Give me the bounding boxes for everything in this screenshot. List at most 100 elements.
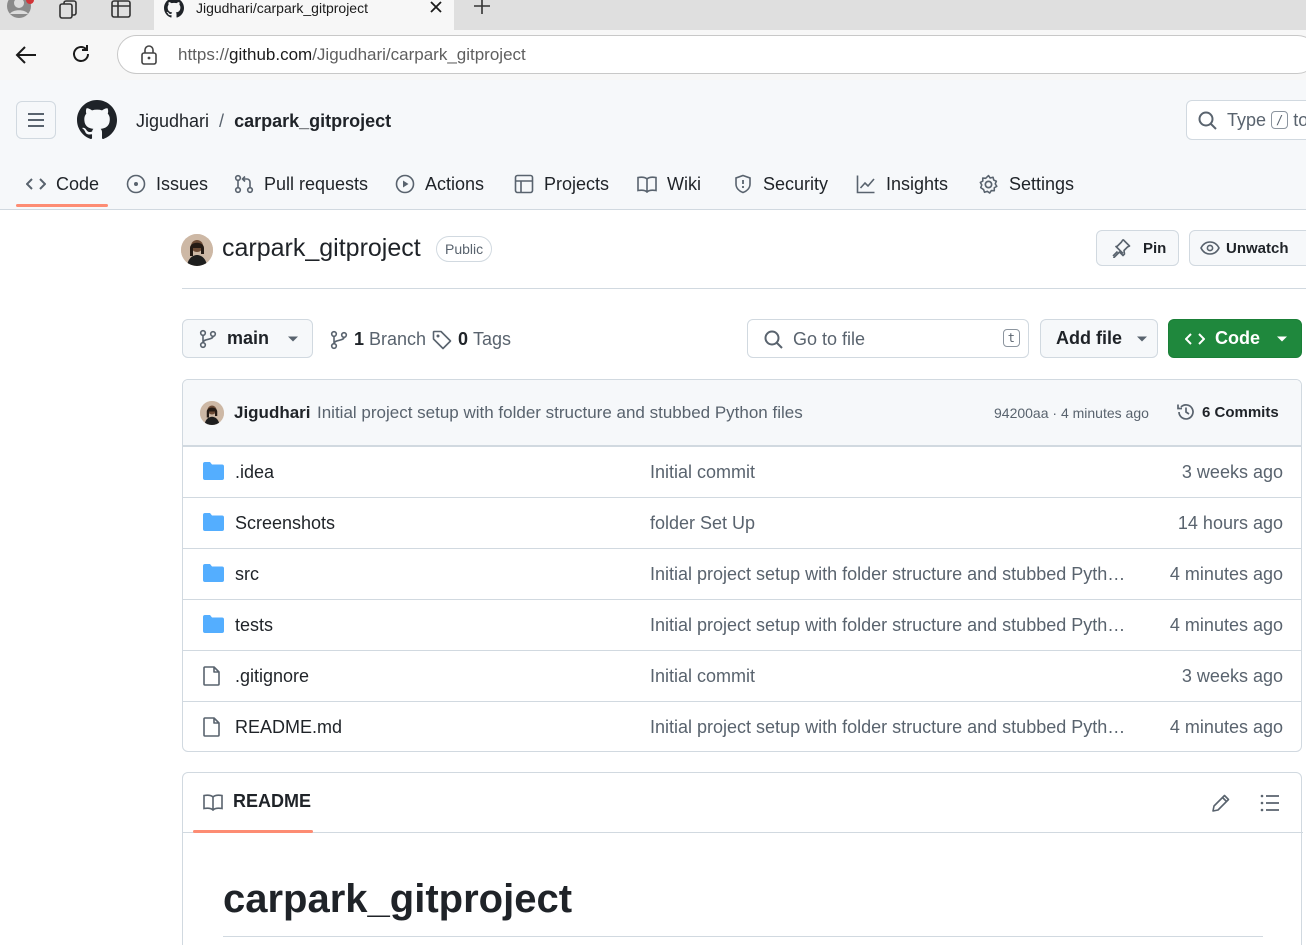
tags-link[interactable]: 0 Tags xyxy=(432,329,511,350)
readme-panel: README carpark_gitproject xyxy=(182,772,1303,945)
file-commit-age: 14 hours ago xyxy=(1177,513,1283,533)
folder-icon xyxy=(203,564,224,582)
tab-security[interactable]: Security xyxy=(733,160,828,208)
go-to-file-input[interactable]: Go to file t xyxy=(747,319,1029,358)
pin-icon xyxy=(1112,238,1131,258)
commits-history-link[interactable]: 6 Commits xyxy=(1176,402,1279,422)
history-icon xyxy=(1177,404,1194,420)
tab-issues-label: Issues xyxy=(156,173,209,194)
eye-icon xyxy=(1200,241,1220,255)
tab-pull-requests[interactable]: Pull requests xyxy=(234,160,368,208)
breadcrumb-repo-link[interactable]: carpark_gitproject xyxy=(234,111,391,131)
folder-icon xyxy=(203,615,224,633)
url-input[interactable]: https://github.com/Jigudhari/carpark_git… xyxy=(117,35,1306,74)
go-to-file-shortcut-key: t xyxy=(1002,329,1020,347)
commit-author-avatar[interactable] xyxy=(200,401,224,425)
tab-insights-label: Insights xyxy=(886,173,949,194)
go-to-file-placeholder: Go to file xyxy=(793,329,866,349)
file-row[interactable]: src Initial project setup with folder st… xyxy=(183,548,1301,599)
breadcrumb-owner-link[interactable]: Jigudhari xyxy=(136,111,209,131)
file-row[interactable]: .gitignore Initial commit 3 weeks ago xyxy=(183,650,1301,701)
tag-icon xyxy=(432,330,452,349)
tab-settings-label: Settings xyxy=(1009,173,1075,194)
branch-select-button[interactable]: main xyxy=(182,319,313,358)
selected-tab-underline xyxy=(16,204,108,207)
refresh-icon[interactable] xyxy=(70,43,92,65)
file-name-link[interactable]: src xyxy=(235,564,259,585)
profile-icon[interactable] xyxy=(6,0,34,18)
file-commit-message[interactable]: Initial project setup with folder struct… xyxy=(650,717,1128,738)
file-row[interactable]: tests Initial project setup with folder … xyxy=(183,599,1301,650)
file-table: Jigudhari Initial project setup with fol… xyxy=(182,379,1302,752)
active-browser-tab[interactable]: Jigudhari/carpark_gitproject xyxy=(154,0,454,30)
tab-code[interactable]: Code xyxy=(26,160,99,208)
edit-pencil-icon[interactable] xyxy=(1211,793,1231,813)
code-icon xyxy=(1185,332,1205,345)
title-divider xyxy=(182,288,1306,289)
commit-count-label: 6 Commits xyxy=(1202,403,1279,421)
tab-insights[interactable]: Insights xyxy=(856,160,948,208)
file-icon xyxy=(203,717,221,737)
lock-icon[interactable] xyxy=(140,45,158,65)
github-favicon-icon xyxy=(164,0,184,18)
search-input[interactable]: Type / to xyxy=(1186,100,1306,140)
search-placeholder: Type / to xyxy=(1227,110,1306,130)
repo-title[interactable]: carpark_gitproject xyxy=(222,234,421,263)
file-name-link[interactable]: README.md xyxy=(235,717,342,738)
outline-list-icon[interactable] xyxy=(1260,794,1280,812)
file-row[interactable]: README.md Initial project setup with fol… xyxy=(183,701,1301,751)
code-button-label: Code xyxy=(1215,328,1260,348)
code-dropdown-button[interactable]: Code xyxy=(1168,319,1302,358)
file-name-link[interactable]: .gitignore xyxy=(235,666,309,687)
visibility-badge: Public xyxy=(436,236,493,262)
file-icon xyxy=(203,666,221,686)
file-commit-age: 3 weeks ago xyxy=(1181,462,1283,482)
pull-request-icon xyxy=(234,174,254,194)
file-row[interactable]: .idea Initial commit 3 weeks ago xyxy=(183,446,1301,497)
tab-issues[interactable]: Issues xyxy=(126,160,208,208)
branch-label: Branch xyxy=(369,329,427,349)
file-commit-message[interactable]: Initial project setup with folder struct… xyxy=(650,615,1128,636)
breadcrumb-separator: / xyxy=(219,111,225,131)
file-commit-age: 4 minutes ago xyxy=(1169,615,1283,635)
file-row[interactable]: Screenshots folder Set Up 14 hours ago xyxy=(183,497,1301,548)
url-text: https://github.com/Jigudhari/carpark_git… xyxy=(178,45,526,64)
file-commit-message[interactable]: Initial commit xyxy=(650,666,755,687)
tab-projects[interactable]: Projects xyxy=(514,160,609,208)
unwatch-button[interactable]: Unwatch xyxy=(1189,230,1306,266)
workspaces-icon[interactable] xyxy=(58,0,80,22)
tab-wiki[interactable]: Wiki xyxy=(637,160,701,208)
readme-tab[interactable]: README xyxy=(203,791,311,812)
commit-hash-time[interactable]: 94200aa · 4 minutes ago xyxy=(994,405,1149,421)
browser-address-bar: https://github.com/Jigudhari/carpark_git… xyxy=(0,30,1306,80)
commit-author-link[interactable]: Jigudhari xyxy=(234,403,311,423)
tab-settings[interactable]: Settings xyxy=(978,160,1074,208)
branches-link[interactable]: 1 Branch xyxy=(330,329,426,350)
file-commit-age: 4 minutes ago xyxy=(1169,564,1283,584)
github-logo-icon[interactable] xyxy=(77,100,117,140)
vertical-tabs-icon[interactable] xyxy=(110,0,132,22)
latest-commit-bar: Jigudhari Initial project setup with fol… xyxy=(183,380,1301,446)
back-arrow-icon[interactable] xyxy=(14,44,38,66)
add-file-button[interactable]: Add file xyxy=(1040,319,1158,358)
file-name-link[interactable]: .idea xyxy=(235,462,274,483)
file-commit-message[interactable]: Initial project setup with folder struct… xyxy=(650,564,1128,585)
tab-code-label: Code xyxy=(56,173,100,194)
tag-label: Tags xyxy=(473,329,512,349)
readme-heading-rule xyxy=(223,936,1263,937)
file-commit-message[interactable]: folder Set Up xyxy=(650,513,755,534)
file-name-link[interactable]: Screenshots xyxy=(235,513,335,534)
tab-security-label: Security xyxy=(763,173,829,194)
tab-projects-label: Projects xyxy=(544,173,610,194)
chevron-down-icon xyxy=(288,336,299,341)
file-name-link[interactable]: tests xyxy=(235,615,273,636)
commit-message-link[interactable]: Initial project setup with folder struct… xyxy=(317,403,803,423)
tab-actions[interactable]: Actions xyxy=(395,160,484,208)
book-icon xyxy=(637,176,657,193)
owner-avatar[interactable] xyxy=(181,234,213,266)
pin-button[interactable]: Pin xyxy=(1096,230,1179,266)
new-tab-icon[interactable] xyxy=(472,0,492,18)
file-commit-message[interactable]: Initial commit xyxy=(650,462,755,483)
menu-button[interactable] xyxy=(16,101,56,139)
close-tab-icon[interactable] xyxy=(427,0,445,18)
